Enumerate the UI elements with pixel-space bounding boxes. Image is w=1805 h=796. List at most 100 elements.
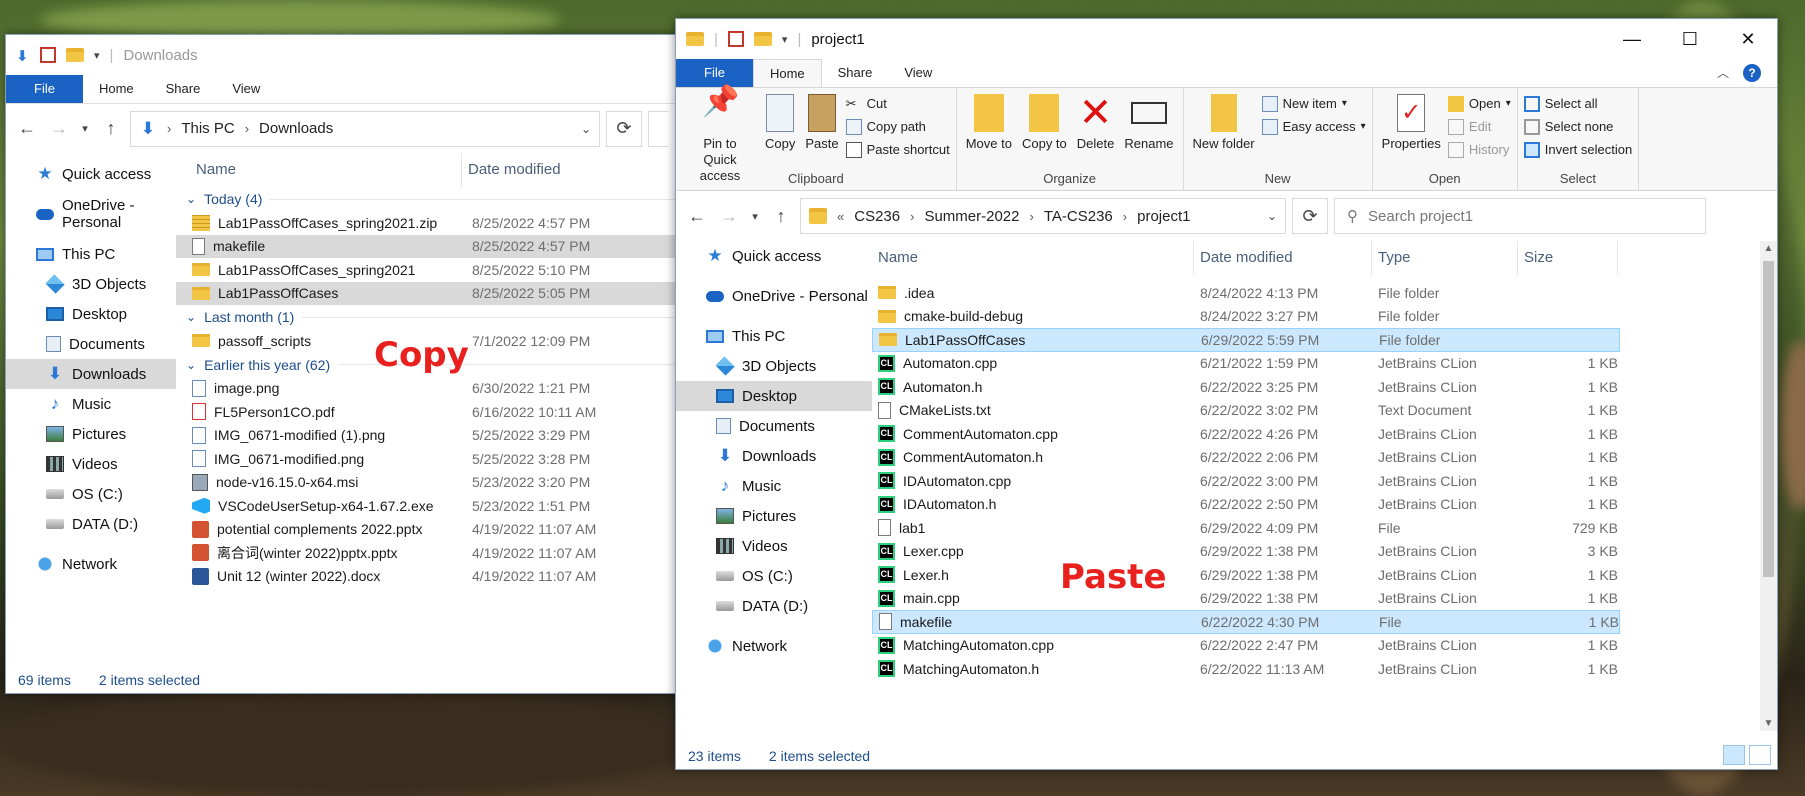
edit-button[interactable]: Edit xyxy=(1447,117,1511,136)
column-type[interactable]: Type xyxy=(1372,241,1518,275)
invert-selection-button[interactable]: Invert selection xyxy=(1523,140,1632,159)
column-name[interactable]: Name xyxy=(176,153,462,187)
column-date-modified[interactable]: Date modified xyxy=(1194,241,1372,275)
column-date-modified[interactable]: Date modified xyxy=(462,153,702,187)
scrollbar-thumb[interactable] xyxy=(1763,261,1774,577)
nav-item[interactable]: Videos xyxy=(6,449,176,479)
file-row[interactable]: IMG_0671-modified (1).png 5/25/2022 3:29 … xyxy=(176,424,704,448)
column-size[interactable]: Size xyxy=(1518,241,1618,275)
rename-button[interactable]: Rename xyxy=(1121,90,1176,156)
nav-item[interactable]: Desktop xyxy=(6,299,176,329)
nav-item[interactable]: 3D Objects xyxy=(6,269,176,299)
qat-dropdown-icon[interactable]: ▾ xyxy=(782,33,788,46)
up-icon[interactable]: ↑ xyxy=(98,118,124,139)
file-row[interactable]: CL Lexer.cpp 6/29/2022 1:38 PM JetBrains CL… xyxy=(872,540,1620,564)
address-dropdown-icon[interactable]: ⌄ xyxy=(581,122,591,136)
file-row[interactable]: IMG_0671-modified.png 5/25/2022 3:28 PM xyxy=(176,447,704,471)
file-row[interactable]: .idea 8/24/2022 4:13 PM File folder xyxy=(872,281,1620,305)
collapse-chevron-icon[interactable]: ⌄ xyxy=(186,192,196,206)
new-folder-button[interactable]: New folder xyxy=(1190,90,1258,156)
collapse-ribbon-icon[interactable]: ︿ xyxy=(1717,59,1729,87)
file-row[interactable]: FL5Person1CO.pdf 6/16/2022 10:11 AM xyxy=(176,400,704,424)
address-dropdown-icon[interactable]: ⌄ xyxy=(1267,209,1277,223)
file-row[interactable]: image.png 6/30/2022 1:21 PM xyxy=(176,377,704,401)
breadcrumb-cs236[interactable]: CS236 xyxy=(854,208,900,225)
file-row[interactable]: makefile 6/22/2022 4:30 PM File 1 KB xyxy=(872,610,1620,634)
nav-item[interactable]: ♪ Music xyxy=(676,471,872,501)
up-icon[interactable]: ↑ xyxy=(768,206,794,227)
scroll-down-icon[interactable]: ▼ xyxy=(1760,718,1777,729)
file-row[interactable]: CMakeLists.txt 6/22/2022 3:02 PM Text Docu… xyxy=(872,399,1620,423)
copy-path-button[interactable]: Copy path xyxy=(845,117,950,136)
address-bar[interactable]: ⬇ › This PC › Downloads ⌄ xyxy=(130,110,600,147)
refresh-button[interactable]: ⟳ xyxy=(1292,198,1328,234)
nav-item[interactable]: Network xyxy=(676,631,872,661)
file-row[interactable]: CL main.cpp 6/29/2022 1:38 PM JetBrains CLi… xyxy=(872,587,1620,611)
checkbox-qat-icon[interactable] xyxy=(727,31,744,47)
collapse-chevron-icon[interactable]: ⌄ xyxy=(186,310,196,324)
file-row[interactable]: cmake-build-debug 8/24/2022 3:27 PM File f… xyxy=(872,305,1620,329)
refresh-button[interactable]: ⟳ xyxy=(606,110,642,147)
paste-shortcut-button[interactable]: Paste shortcut xyxy=(845,140,950,159)
checkbox-qat-icon[interactable] xyxy=(40,47,56,63)
search-input[interactable]: ⚲ Search project1 xyxy=(1334,198,1706,234)
vertical-scrollbar[interactable]: ▲ ▼ xyxy=(1760,241,1777,731)
file-row[interactable]: CL IDAutomaton.cpp 6/22/2022 3:00 PM JetBra… xyxy=(872,469,1620,493)
cut-button[interactable]: ✂ Cut xyxy=(846,94,950,113)
nav-item[interactable]: OS (C:) xyxy=(676,561,872,591)
easy-access-button[interactable]: Easy access ▾ xyxy=(1261,117,1366,136)
close-button[interactable]: ✕ xyxy=(1719,19,1777,59)
select-all-button[interactable]: Select all xyxy=(1523,94,1632,113)
copy-to-button[interactable]: Copy to xyxy=(1019,90,1070,156)
file-row[interactable]: Lab1PassOffCases 8/25/2022 5:05 PM xyxy=(176,281,704,305)
file-row[interactable]: CL CommentAutomaton.h 6/22/2022 2:06 PM Jet… xyxy=(872,446,1620,470)
file-row[interactable]: VSCodeUserSetup-x64-1.67.2.exe 5/23/2022 … xyxy=(176,494,704,518)
tab-home[interactable]: Home xyxy=(83,75,150,103)
nav-item[interactable]: Pictures xyxy=(6,419,176,449)
back-icon[interactable]: ← xyxy=(684,206,710,227)
file-row[interactable]: CL Automaton.cpp 6/21/2022 1:59 PM JetBrain… xyxy=(872,352,1620,376)
nav-item[interactable]: DATA (D:) xyxy=(6,509,176,539)
properties-qat-icon[interactable]: ⬇ xyxy=(16,47,30,65)
group-header[interactable]: ⌄ Last month (1) xyxy=(176,305,704,329)
qat-dropdown-icon[interactable]: ▾ xyxy=(94,49,100,62)
file-row[interactable]: node-v16.15.0-x64.msi 5/23/2022 3:20 PM xyxy=(176,471,704,495)
nav-item[interactable]: OneDrive - Personal xyxy=(6,197,176,231)
nav-item[interactable]: ♪ Music xyxy=(6,389,176,419)
breadcrumb-ta-cs236[interactable]: TA-CS236 xyxy=(1044,208,1113,225)
nav-item[interactable]: OneDrive - Personal xyxy=(676,281,872,311)
nav-item[interactable]: ⬇ Downloads xyxy=(6,359,176,389)
tab-home[interactable]: Home xyxy=(752,59,822,87)
select-none-button[interactable]: Select none xyxy=(1523,117,1632,136)
file-row[interactable]: Unit 12 (winter 2022).docx 4/19/2022 11:0… xyxy=(176,565,704,589)
breadcrumb-downloads[interactable]: Downloads xyxy=(259,120,333,137)
paste-button[interactable]: Paste xyxy=(802,90,841,156)
tab-view[interactable]: View xyxy=(216,75,276,103)
file-row[interactable]: makefile 8/25/2022 4:57 PM xyxy=(176,234,704,258)
collapse-chevron-icon[interactable]: ⌄ xyxy=(186,358,196,372)
tab-share[interactable]: Share xyxy=(150,75,217,103)
forward-icon[interactable]: → xyxy=(716,206,742,227)
back-icon[interactable]: ← xyxy=(14,118,40,139)
nav-item[interactable]: Documents xyxy=(6,329,176,359)
file-row[interactable]: CL MatchingAutomaton.cpp 6/22/2022 2:47 PM… xyxy=(872,634,1620,658)
properties-button[interactable]: ✓ Properties xyxy=(1379,90,1444,156)
breadcrumb-this-pc[interactable]: This PC xyxy=(181,120,234,137)
file-row[interactable]: CL MatchingAutomaton.h 6/22/2022 11:13 AM J… xyxy=(872,657,1620,681)
breadcrumb-summer-2022[interactable]: Summer-2022 xyxy=(924,208,1019,225)
nav-item[interactable]: Videos xyxy=(676,531,872,561)
nav-item[interactable]: ★ Quick access xyxy=(676,241,872,271)
copy-button[interactable]: Copy xyxy=(762,90,798,156)
minimize-button[interactable]: — xyxy=(1603,19,1661,59)
history-button[interactable]: History xyxy=(1447,140,1511,159)
open-button[interactable]: Open ▾ xyxy=(1447,94,1511,113)
nav-item[interactable]: Documents xyxy=(676,411,872,441)
breadcrumb-project1[interactable]: project1 xyxy=(1137,208,1190,225)
nav-item[interactable]: ⬇ Downloads xyxy=(676,441,872,471)
forward-icon[interactable]: → xyxy=(46,118,72,139)
column-name[interactable]: Name xyxy=(872,241,1194,275)
file-row[interactable]: 离合词(winter 2022)pptx.pptx 4/19/2022 11:07… xyxy=(176,541,704,565)
file-row[interactable]: CL Lexer.h 6/29/2022 1:38 PM JetBrains CLio… xyxy=(872,563,1620,587)
move-to-button[interactable]: Move to xyxy=(963,90,1015,156)
nav-item[interactable]: ★ Quick access xyxy=(6,159,176,189)
